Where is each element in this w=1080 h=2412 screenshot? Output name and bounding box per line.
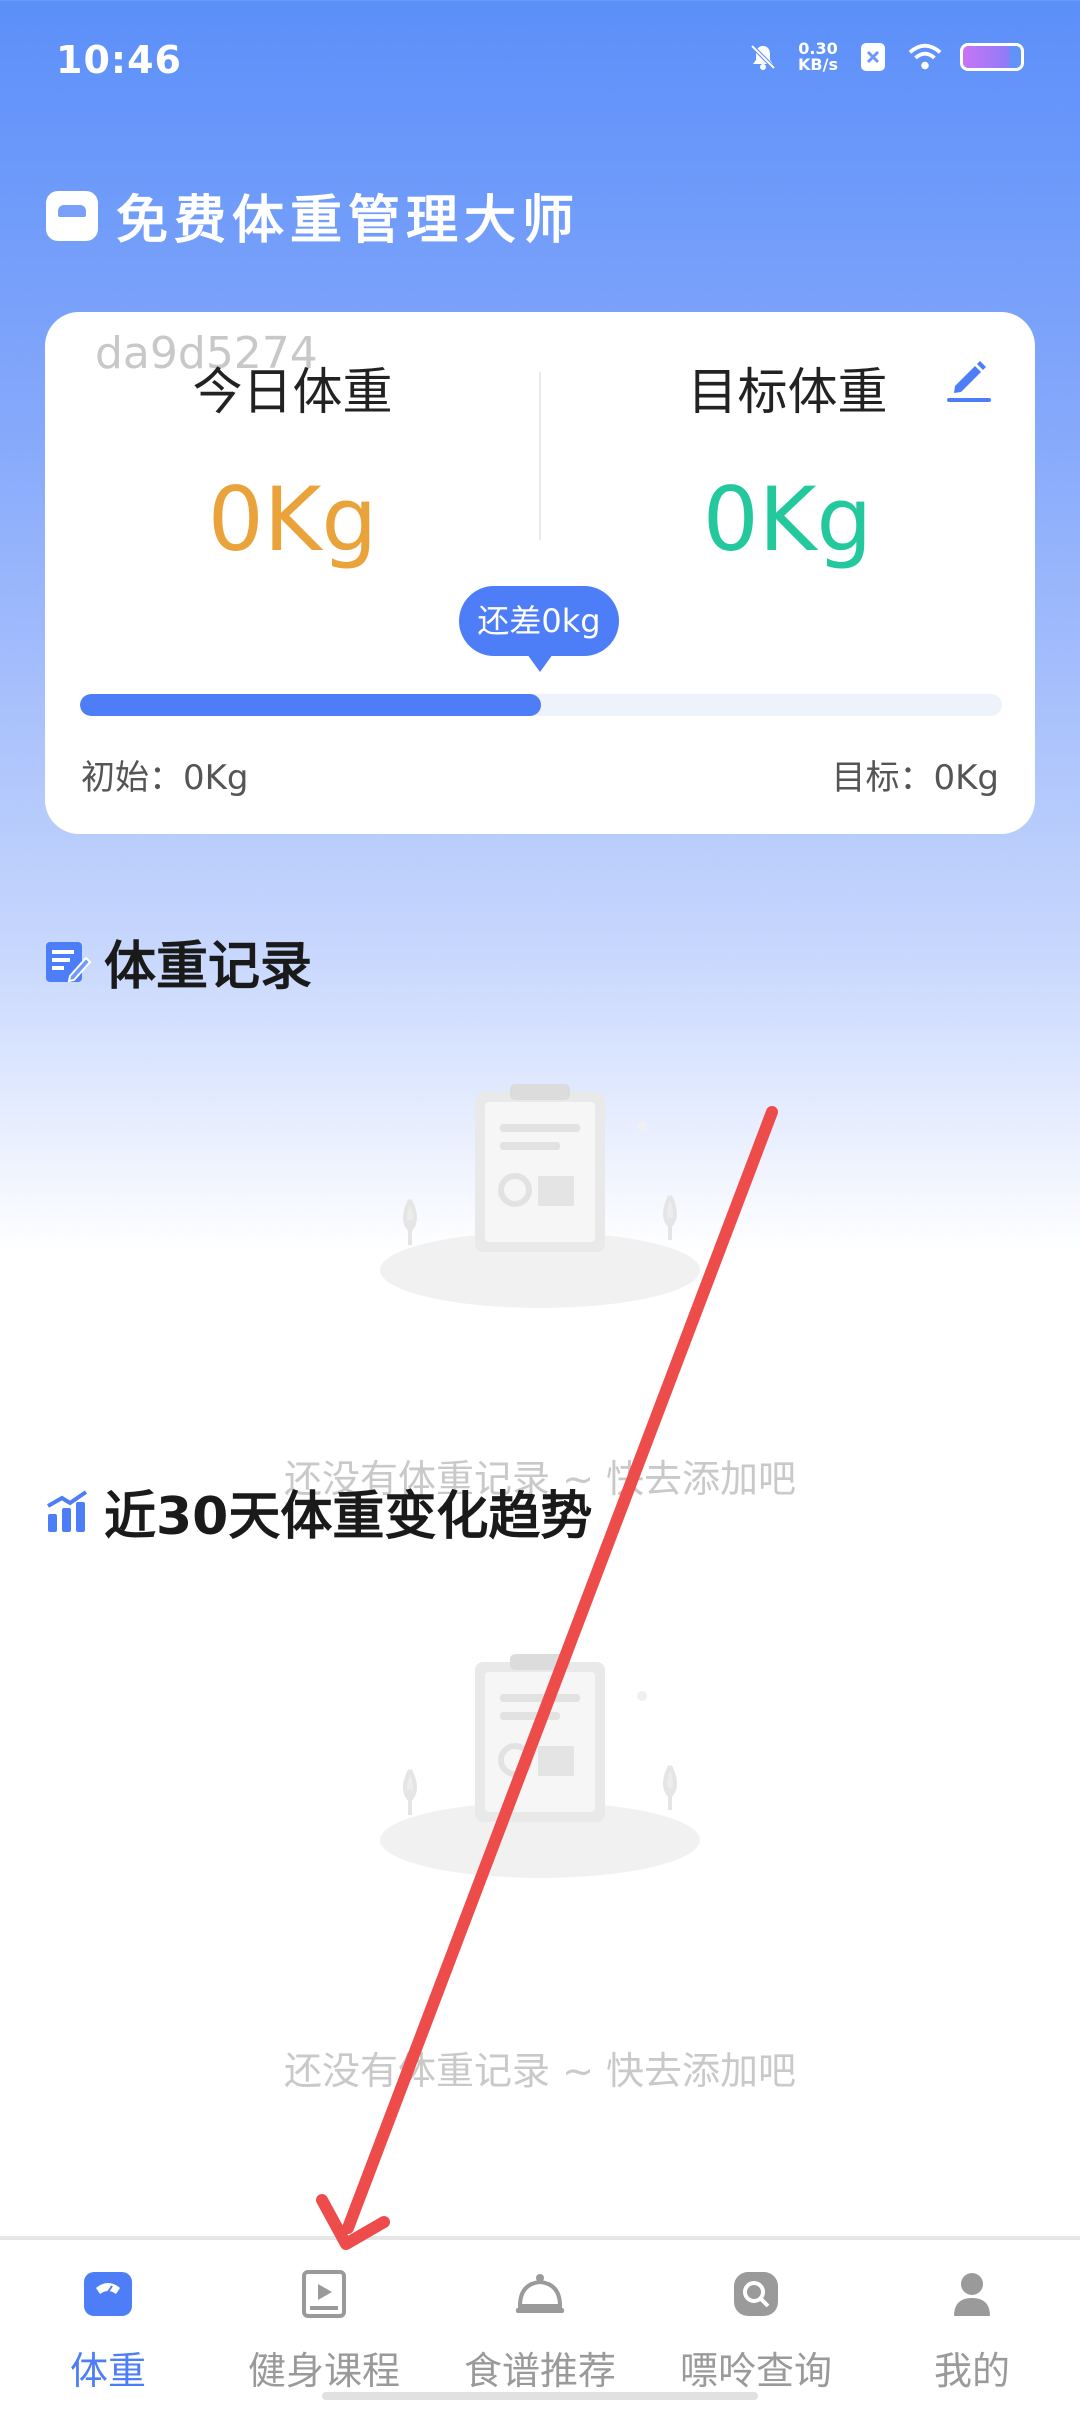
today-weight-label: 今日体重 xyxy=(192,363,393,421)
user-icon xyxy=(944,2266,1000,2322)
scale-logo-icon xyxy=(46,190,98,241)
app-header: 免费体重管理大师 xyxy=(46,178,580,253)
search-magnifier-icon xyxy=(728,2266,784,2322)
nav-item-fitness-courses[interactable]: 健身课程 xyxy=(216,2240,432,2412)
record-edit-icon xyxy=(44,938,92,986)
trend-empty-state: 还没有体重记录 ~ 快去添加吧 xyxy=(0,1650,1080,2095)
weight-summary-card: da9d5274 今日体重 0Kg 目标体重 0Kg 还差0kg 初始：0Kg … xyxy=(45,312,1035,834)
scale-icon xyxy=(80,2266,136,2322)
status-bar: 10:46 0.30 KB/s xyxy=(0,0,1080,120)
status-time: 10:46 xyxy=(56,38,182,82)
goal-weight-label: 目标：0Kg xyxy=(831,758,999,798)
net-speed: 0.30 KB/s xyxy=(798,41,838,73)
nav-item-purine-search[interactable]: 嘌呤查询 xyxy=(648,2240,864,2412)
records-heading: 体重记录 xyxy=(44,924,312,999)
nav-item-me[interactable]: 我的 xyxy=(864,2240,1080,2412)
empty-clipboard-illustration xyxy=(370,1650,710,1880)
nav-label-fitness-courses: 健身课程 xyxy=(247,2349,400,2393)
weight-progress-fill xyxy=(80,694,541,716)
target-weight-value: 0Kg xyxy=(702,468,873,571)
mute-icon xyxy=(746,40,780,74)
start-weight-label: 初始：0Kg xyxy=(81,758,249,798)
records-empty-state: 还没有体重记录 ~ 快去添加吧 xyxy=(0,1080,1080,1503)
weight-progress-bar xyxy=(80,694,1002,716)
nav-label-purine-search: 嘌呤查询 xyxy=(679,2349,832,2393)
trend-heading: 近30天体重变化趋势 xyxy=(44,1474,592,1549)
net-speed-unit: KB/s xyxy=(798,55,838,74)
nav-label-recipes: 食谱推荐 xyxy=(463,2349,616,2393)
trend-heading-text: 近30天体重变化趋势 xyxy=(104,1487,593,1547)
wifi-icon xyxy=(908,40,942,74)
bottom-nav: 体重 健身课程 食谱推荐 嘌呤查询 我的 xyxy=(0,2236,1080,2412)
nav-label-weight: 体重 xyxy=(69,2349,146,2393)
battery-icon xyxy=(960,43,1024,71)
app-title: 免费体重管理大师 xyxy=(116,191,581,251)
trend-empty-text: 还没有体重记录 ~ 快去添加吧 xyxy=(284,2049,796,2093)
nav-item-recipes[interactable]: 食谱推荐 xyxy=(432,2240,648,2412)
status-icons: 0.30 KB/s xyxy=(746,40,1024,74)
nav-label-me: 我的 xyxy=(933,2349,1010,2393)
nav-item-weight[interactable]: 体重 xyxy=(0,2240,216,2412)
sim-x-icon xyxy=(856,40,890,74)
home-indicator[interactable] xyxy=(322,2392,758,2400)
video-course-icon xyxy=(296,2266,352,2322)
weight-diff-bubble: 还差0kg xyxy=(459,586,619,672)
today-weight-value: 0Kg xyxy=(207,468,378,571)
today-weight-block: 今日体重 0Kg xyxy=(45,352,540,564)
pencil-icon[interactable] xyxy=(943,352,995,404)
bar-trend-icon xyxy=(44,1488,92,1536)
records-heading-text: 体重记录 xyxy=(104,937,313,997)
empty-clipboard-illustration xyxy=(370,1080,710,1310)
food-cloche-icon xyxy=(512,2266,568,2322)
